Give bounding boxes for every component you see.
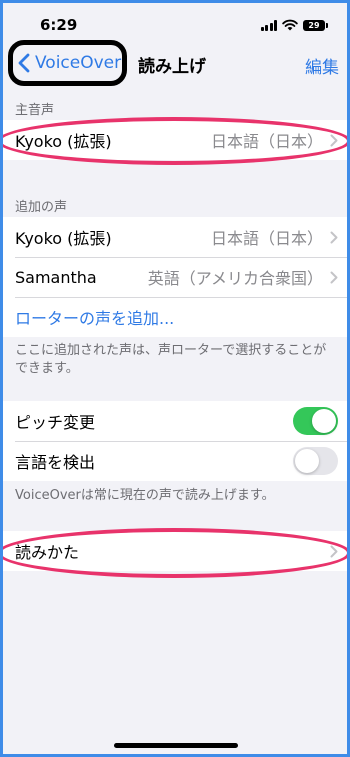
- navigation-bar: VoiceOver 読み上げ 編集: [3, 39, 347, 87]
- status-icons: 29: [260, 18, 328, 32]
- detect-language-row: 言語を検出: [3, 441, 347, 481]
- page-title: 読み上げ: [138, 57, 206, 77]
- toggle-knob: [312, 409, 336, 433]
- signal-icon: [260, 19, 277, 31]
- settings-screen: 6:29 29 VoiceOver 読み上げ 編集 主音声 Kyoko (拡張)…: [3, 3, 347, 754]
- additional-voice-row-kyoko[interactable]: Kyoko (拡張) 日本語（日本）: [3, 217, 347, 257]
- primary-voice-row[interactable]: Kyoko (拡張) 日本語（日本）: [3, 120, 347, 160]
- add-rotor-voice-link[interactable]: ローターの声を追加...: [15, 305, 174, 329]
- toggle-knob: [295, 449, 319, 473]
- additional-voices-group: Kyoko (拡張) 日本語（日本） Samantha 英語（アメリカ合衆国） …: [3, 217, 347, 337]
- back-button-label: VoiceOver: [35, 53, 122, 73]
- primary-voice-group: Kyoko (拡張) 日本語（日本）: [3, 120, 347, 160]
- section-header-primary-voice: 主音声: [15, 103, 55, 118]
- detect-language-toggle[interactable]: [293, 447, 338, 475]
- row-value: 日本語（日本）: [210, 132, 323, 151]
- add-rotor-voice-row[interactable]: ローターの声を追加...: [3, 297, 347, 337]
- back-button[interactable]: VoiceOver: [8, 40, 127, 86]
- battery-icon: 29: [303, 19, 328, 31]
- options-footer: VoiceOverは常に現在の声で読み上げます。: [15, 488, 275, 503]
- row-value: 日本語（日本）: [210, 229, 323, 248]
- section-header-additional-voices: 追加の声: [15, 200, 68, 215]
- row-label: Kyoko (拡張): [15, 229, 112, 248]
- wifi-icon: [282, 19, 298, 31]
- chevron-right-icon: [330, 545, 338, 558]
- additional-voices-footer: ここに追加された声は、声ローターで選択することができます。: [15, 343, 327, 376]
- options-group: ピッチ変更 言語を検出: [3, 401, 347, 481]
- pronunciation-row[interactable]: 読みかた: [3, 531, 347, 571]
- pronunciation-group: 読みかた: [3, 531, 347, 571]
- additional-voice-row-samantha[interactable]: Samantha 英語（アメリカ合衆国）: [3, 257, 347, 297]
- row-label: Samantha: [15, 267, 97, 287]
- row-value: 英語（アメリカ合衆国）: [147, 269, 323, 288]
- row-label: 言語を検出: [15, 453, 96, 472]
- row-label: ピッチ変更: [15, 413, 96, 432]
- chevron-right-icon: [330, 134, 338, 147]
- pitch-change-row: ピッチ変更: [3, 401, 347, 441]
- row-label: 読みかた: [15, 543, 80, 562]
- status-time: 6:29: [40, 16, 78, 34]
- back-chevron-icon: [18, 53, 30, 73]
- row-label: Kyoko (拡張): [15, 132, 112, 151]
- chevron-right-icon: [330, 231, 338, 244]
- home-indicator: [114, 743, 238, 748]
- screenshot-frame: 6:29 29 VoiceOver 読み上げ 編集 主音声 Kyoko (拡張)…: [0, 0, 350, 757]
- chevron-right-icon: [330, 271, 338, 284]
- edit-button[interactable]: 編集: [305, 53, 339, 78]
- pitch-change-toggle[interactable]: [293, 407, 338, 435]
- status-bar: 6:29 29: [3, 3, 347, 43]
